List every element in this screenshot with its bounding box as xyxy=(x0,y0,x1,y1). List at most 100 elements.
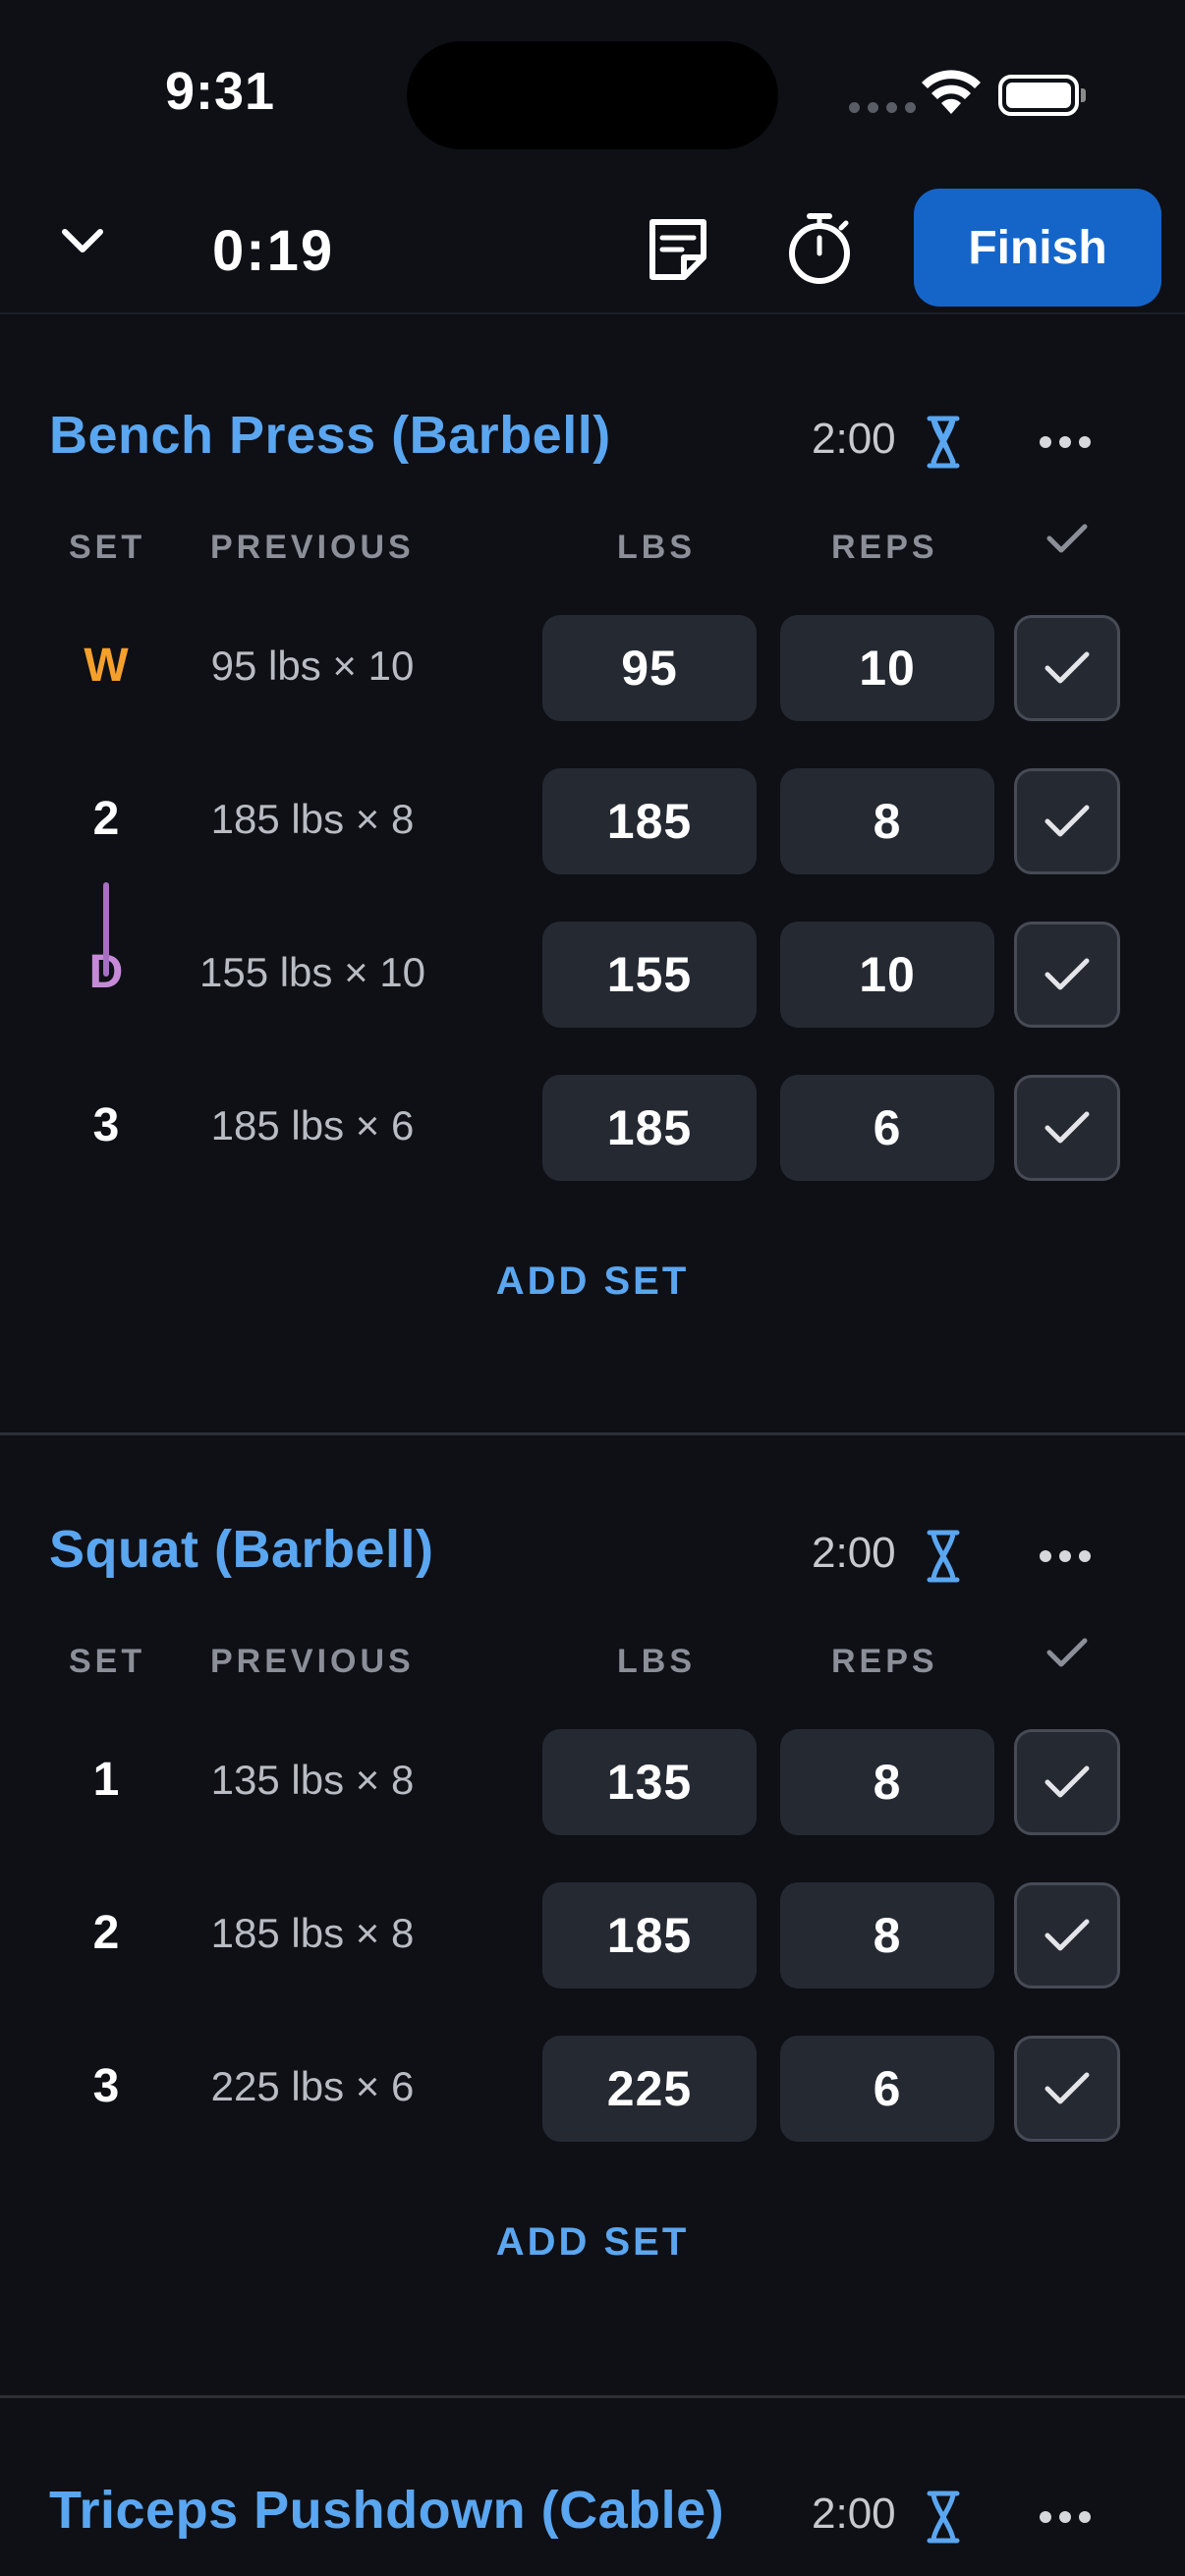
exercise-divider xyxy=(0,1432,1185,1435)
checkmark-icon xyxy=(1044,1111,1090,1144)
checkmark-icon xyxy=(1044,1919,1090,1951)
previous-value[interactable]: 185 lbs × 6 xyxy=(177,1102,448,1149)
previous-value[interactable]: 225 lbs × 6 xyxy=(177,2063,448,2110)
previous-value[interactable]: 185 lbs × 8 xyxy=(177,796,448,843)
exercise-header: Squat (Barbell) 2:00 xyxy=(0,1493,1185,1611)
reps-input[interactable]: 8 xyxy=(780,768,994,874)
reps-input[interactable]: 10 xyxy=(780,615,994,721)
checkmark-icon xyxy=(1044,1765,1090,1798)
set-label[interactable]: W xyxy=(57,639,155,693)
previous-value[interactable]: 185 lbs × 8 xyxy=(177,1910,448,1957)
previous-value[interactable]: 135 lbs × 8 xyxy=(177,1757,448,1804)
exercise-header: Triceps Pushdown (Cable) 2:00 xyxy=(0,2454,1185,2572)
complete-set-button[interactable] xyxy=(1014,2036,1120,2142)
battery-cap xyxy=(1081,88,1086,102)
exercise-bench-press: Bench Press (Barbell) 2:00 SET PREVIOUS … xyxy=(0,379,1185,1375)
lbs-input[interactable]: 185 xyxy=(542,1075,757,1181)
cellular-signal-icon xyxy=(849,102,916,113)
note-icon xyxy=(649,219,706,280)
header-previous: PREVIOUS xyxy=(210,1643,415,1680)
complete-set-button[interactable] xyxy=(1014,922,1120,1028)
stopwatch-icon xyxy=(789,213,850,284)
checkmark-icon xyxy=(1044,805,1090,837)
exercise-header: Bench Press (Barbell) 2:00 xyxy=(0,379,1185,497)
add-set-row: ADD SET xyxy=(0,1208,1185,1375)
exercise-more-button[interactable] xyxy=(1040,436,1091,448)
dropset-connector xyxy=(103,882,109,977)
header-previous: PREVIOUS xyxy=(210,529,415,566)
exercise-name[interactable]: Bench Press (Barbell) xyxy=(49,405,611,466)
reps-input[interactable]: 10 xyxy=(780,922,994,1028)
complete-set-button[interactable] xyxy=(1014,1882,1120,1988)
exercise-more-button[interactable] xyxy=(1040,1550,1091,1562)
exercise-name[interactable]: Triceps Pushdown (Cable) xyxy=(49,2480,724,2541)
set-row: 2 185 lbs × 8 185 8 xyxy=(0,1863,1185,2016)
reps-input[interactable]: 8 xyxy=(780,1882,994,1988)
column-headers: SET PREVIOUS LBS REPS xyxy=(0,1611,1185,1709)
complete-set-button[interactable] xyxy=(1014,768,1120,874)
reps-input[interactable]: 8 xyxy=(780,1729,994,1835)
exercise-name[interactable]: Squat (Barbell) xyxy=(49,1519,434,1580)
exercise-divider xyxy=(0,2395,1185,2398)
complete-set-button[interactable] xyxy=(1014,1729,1120,1835)
header-set: SET xyxy=(69,1643,146,1680)
complete-set-button[interactable] xyxy=(1014,615,1120,721)
set-label[interactable]: 3 xyxy=(57,2059,155,2113)
dynamic-island xyxy=(407,41,778,149)
exercise-more-button[interactable] xyxy=(1040,2511,1091,2523)
lbs-input[interactable]: 155 xyxy=(542,922,757,1028)
set-label[interactable]: 2 xyxy=(57,1906,155,1960)
ellipsis-icon xyxy=(1040,1550,1051,1562)
exercise-squat: Squat (Barbell) 2:00 SET PREVIOUS LBS RE… xyxy=(0,1493,1185,2336)
rest-time[interactable]: 2:00 xyxy=(812,1529,896,1578)
checkmark-icon xyxy=(1044,651,1090,684)
header-lbs: LBS xyxy=(617,529,696,566)
header-reps: REPS xyxy=(831,1643,938,1680)
lbs-input[interactable]: 185 xyxy=(542,1882,757,1988)
set-label[interactable]: 3 xyxy=(57,1098,155,1152)
ellipsis-icon xyxy=(1040,436,1051,448)
hourglass-icon[interactable] xyxy=(924,2490,963,2545)
set-label[interactable]: 1 xyxy=(57,1753,155,1807)
add-set-button[interactable]: ADD SET xyxy=(0,2220,1185,2265)
checkmark-icon xyxy=(1044,2072,1090,2104)
hourglass-icon[interactable] xyxy=(924,415,963,470)
battery-icon xyxy=(998,75,1079,116)
set-row: 1 135 lbs × 8 135 8 xyxy=(0,1709,1185,1863)
rest-time[interactable]: 2:00 xyxy=(812,2490,896,2539)
collapse-button[interactable] xyxy=(49,216,116,265)
header-checkmark-icon xyxy=(1045,1635,1089,1679)
set-row: 3 225 lbs × 6 225 6 xyxy=(0,2016,1185,2169)
previous-value[interactable]: 95 lbs × 10 xyxy=(177,643,448,690)
rest-timer-button[interactable] xyxy=(784,210,855,285)
set-row: W 95 lbs × 10 95 10 xyxy=(0,595,1185,749)
add-set-button[interactable]: ADD SET xyxy=(0,1260,1185,1304)
set-row: 3 185 lbs × 6 185 6 xyxy=(0,1055,1185,1208)
previous-value[interactable]: 155 lbs × 10 xyxy=(177,949,448,996)
lbs-input[interactable]: 135 xyxy=(542,1729,757,1835)
set-row: 2 185 lbs × 8 185 8 xyxy=(0,749,1185,902)
finish-button[interactable]: Finish xyxy=(914,189,1161,307)
ellipsis-icon xyxy=(1040,2511,1051,2523)
workout-screen: 9:31 0:19 Finish Bench Press (Barbell) 2… xyxy=(0,0,1185,2576)
lbs-input[interactable]: 225 xyxy=(542,2036,757,2142)
add-set-row: ADD SET xyxy=(0,2169,1185,2336)
notes-button[interactable] xyxy=(643,214,713,285)
chevron-down-icon xyxy=(62,229,103,252)
wifi-icon xyxy=(922,70,981,114)
lbs-input[interactable]: 95 xyxy=(542,615,757,721)
complete-set-button[interactable] xyxy=(1014,1075,1120,1181)
elapsed-timer: 0:19 xyxy=(212,219,335,283)
rest-time[interactable]: 2:00 xyxy=(812,415,896,464)
reps-input[interactable]: 6 xyxy=(780,1075,994,1181)
set-row: D 155 lbs × 10 155 10 xyxy=(0,902,1185,1055)
exercise-triceps-pushdown: Triceps Pushdown (Cable) 2:00 xyxy=(0,2454,1185,2572)
status-time: 9:31 xyxy=(165,62,276,121)
set-label[interactable]: 2 xyxy=(57,792,155,846)
reps-input[interactable]: 6 xyxy=(780,2036,994,2142)
header-reps: REPS xyxy=(831,529,938,566)
header-lbs: LBS xyxy=(617,1643,696,1680)
hourglass-icon[interactable] xyxy=(924,1529,963,1584)
status-bar: 9:31 xyxy=(0,0,1185,157)
lbs-input[interactable]: 185 xyxy=(542,768,757,874)
